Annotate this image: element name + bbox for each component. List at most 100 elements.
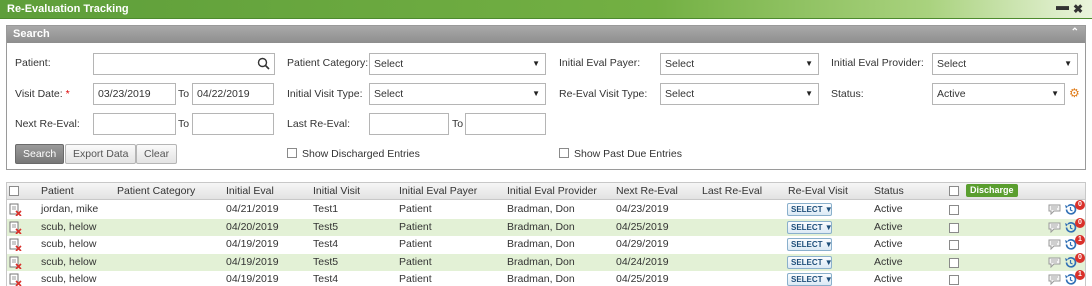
cell-initial-visit: Test4 xyxy=(313,273,339,285)
dropdown-caret-icon: ▼ xyxy=(1064,59,1072,68)
window-title: Re-Evaluation Tracking xyxy=(7,3,129,15)
gear-icon[interactable]: ⚙ xyxy=(1069,86,1080,100)
comment-icon[interactable] xyxy=(1048,257,1061,268)
select-all-checkbox[interactable] xyxy=(9,186,19,196)
cell-initial-eval-payer: Patient xyxy=(399,255,432,268)
patient-category-select[interactable]: Select ▼ xyxy=(369,53,546,75)
reeval-visit-select[interactable]: SELECT ▼ xyxy=(787,255,833,269)
patient-label: Patient: xyxy=(15,57,51,69)
show-past-due-checkbox[interactable] xyxy=(559,148,569,158)
show-discharged-checkbox[interactable] xyxy=(287,148,297,158)
table-row[interactable]: scub, helow 04/20/2019 Test5 Patient Bradman… xyxy=(7,217,1085,236)
reeval-visit-select[interactable]: SELECT ▼ xyxy=(787,220,833,234)
cell-initial-eval: 04/21/2019 xyxy=(226,203,279,215)
cell-initial-eval: 04/20/2019 xyxy=(226,220,279,233)
next-reeval-to-label: To xyxy=(178,118,190,130)
cell-next-reeval: 04/23/2019 xyxy=(616,203,669,215)
table-row[interactable]: scub, helow 04/19/2019 Test4 Patient Bradman… xyxy=(7,270,1085,286)
grid-header: Patient Patient Category Initial Eval In… xyxy=(7,183,1085,200)
table-row[interactable]: scub, helow 04/19/2019 Test5 Patient Bradman… xyxy=(7,252,1085,271)
cell-patient: jordan, mike xyxy=(41,203,99,215)
cell-initial-visit: Test5 xyxy=(313,255,339,268)
search-button[interactable]: Search xyxy=(15,144,65,164)
visit-date-to-label: To xyxy=(178,88,190,100)
show-discharged-label: Show Discharged Entries xyxy=(302,148,420,160)
minimize-icon[interactable]: ▬ xyxy=(1056,0,1069,13)
cell-initial-visit: Test1 xyxy=(313,203,339,215)
initial-eval-payer-select[interactable]: Select ▼ xyxy=(660,53,819,75)
table-row[interactable]: scub, helow 04/19/2019 Test4 Patient Bradman… xyxy=(7,235,1085,254)
reeval-visit-select[interactable]: SELECT ▼ xyxy=(787,203,833,216)
comment-icon[interactable] xyxy=(1048,204,1061,215)
table-row[interactable]: jordan, mike 04/21/2019 Test1 Patient Bradma… xyxy=(7,200,1085,219)
column-header-reeval-visit[interactable]: Re-Eval Visit xyxy=(788,185,848,197)
initial-visit-type-select[interactable]: Select ▼ xyxy=(369,83,546,105)
column-header-last-reeval[interactable]: Last Re-Eval xyxy=(702,185,762,197)
next-reeval-to-input[interactable] xyxy=(192,113,274,135)
cell-initial-eval: 04/19/2019 xyxy=(226,273,279,285)
last-reeval-to-input[interactable] xyxy=(465,113,546,135)
status-select[interactable]: Active ▼ xyxy=(932,83,1065,105)
column-header-initial-eval-provider[interactable]: Initial Eval Provider xyxy=(507,185,597,197)
column-header-initial-visit[interactable]: Initial Visit xyxy=(313,185,360,197)
initial-visit-type-label: Initial Visit Type: xyxy=(287,88,363,100)
visit-date-to-input[interactable]: 04/22/2019 xyxy=(192,83,274,105)
reeval-visit-select[interactable]: SELECT ▼ xyxy=(787,273,833,286)
discharge-row-checkbox[interactable] xyxy=(949,275,959,285)
cell-initial-eval: 04/19/2019 xyxy=(226,255,279,268)
cell-initial-eval-payer: Patient xyxy=(399,203,432,215)
discharge-row-checkbox[interactable] xyxy=(949,240,959,250)
export-data-button[interactable]: Export Data xyxy=(65,144,137,164)
discharge-all-checkbox[interactable] xyxy=(949,186,959,196)
delete-document-icon[interactable] xyxy=(9,273,22,286)
cell-patient: scub, helow xyxy=(41,238,97,250)
last-reeval-from-input[interactable] xyxy=(369,113,449,135)
delete-document-icon[interactable] xyxy=(9,256,22,269)
column-header-patient-category[interactable]: Patient Category xyxy=(117,185,195,197)
window-titlebar: Re-Evaluation Tracking ▬ ✖ xyxy=(0,0,1092,19)
count-badge: 0 xyxy=(1075,252,1085,263)
dropdown-caret-icon: ▼ xyxy=(824,222,833,232)
column-header-status[interactable]: Status xyxy=(874,185,904,197)
chevron-up-icon[interactable]: ⌃ xyxy=(1071,27,1079,38)
discharge-row-checkbox[interactable] xyxy=(949,205,959,215)
reeval-visit-type-select[interactable]: Select ▼ xyxy=(660,83,819,105)
delete-document-icon[interactable] xyxy=(9,238,22,251)
cell-next-reeval: 04/29/2019 xyxy=(616,238,669,250)
cell-status: Active xyxy=(874,238,903,250)
column-header-initial-eval[interactable]: Initial Eval xyxy=(226,185,274,197)
initial-eval-provider-select[interactable]: Select ▼ xyxy=(932,53,1078,75)
initial-eval-provider-label: Initial Eval Provider: xyxy=(831,57,924,69)
search-panel-title: Search xyxy=(13,28,50,40)
delete-document-icon[interactable] xyxy=(9,221,22,234)
column-header-patient[interactable]: Patient xyxy=(41,185,74,197)
clear-button[interactable]: Clear xyxy=(136,144,178,164)
cell-initial-eval-provider: Bradman, Don xyxy=(507,273,575,285)
next-reeval-from-input[interactable] xyxy=(93,113,176,135)
patient-input[interactable] xyxy=(93,53,275,75)
reeval-visit-select[interactable]: SELECT ▼ xyxy=(787,238,833,251)
delete-document-icon[interactable] xyxy=(9,203,22,216)
comment-icon[interactable] xyxy=(1048,239,1061,250)
visit-date-from-input[interactable]: 03/23/2019 xyxy=(93,83,176,105)
cell-initial-eval: 04/19/2019 xyxy=(226,238,279,250)
show-past-due-label: Show Past Due Entries xyxy=(574,148,682,160)
cell-status: Active xyxy=(874,255,903,268)
search-icon[interactable] xyxy=(257,57,270,70)
dropdown-caret-icon: ▼ xyxy=(824,205,833,214)
column-header-initial-eval-payer[interactable]: Initial Eval Payer xyxy=(399,185,477,197)
comment-icon[interactable] xyxy=(1048,222,1061,233)
discharge-row-checkbox[interactable] xyxy=(949,222,959,233)
cell-initial-eval-payer: Patient xyxy=(399,220,432,233)
cell-status: Active xyxy=(874,273,903,285)
cell-patient: scub, helow xyxy=(41,255,97,268)
comment-icon[interactable] xyxy=(1048,274,1061,285)
search-panel-header[interactable]: Search ⌃ xyxy=(7,26,1085,43)
column-header-next-reeval[interactable]: Next Re-Eval xyxy=(616,185,678,197)
discharge-row-checkbox[interactable] xyxy=(949,257,959,268)
cell-initial-eval-payer: Patient xyxy=(399,273,432,285)
dropdown-caret-icon: ▼ xyxy=(1051,89,1059,98)
count-badge: 0 xyxy=(1075,217,1085,228)
close-icon[interactable]: ✖ xyxy=(1073,2,1083,16)
discharge-button[interactable]: Discharge xyxy=(966,184,1018,197)
